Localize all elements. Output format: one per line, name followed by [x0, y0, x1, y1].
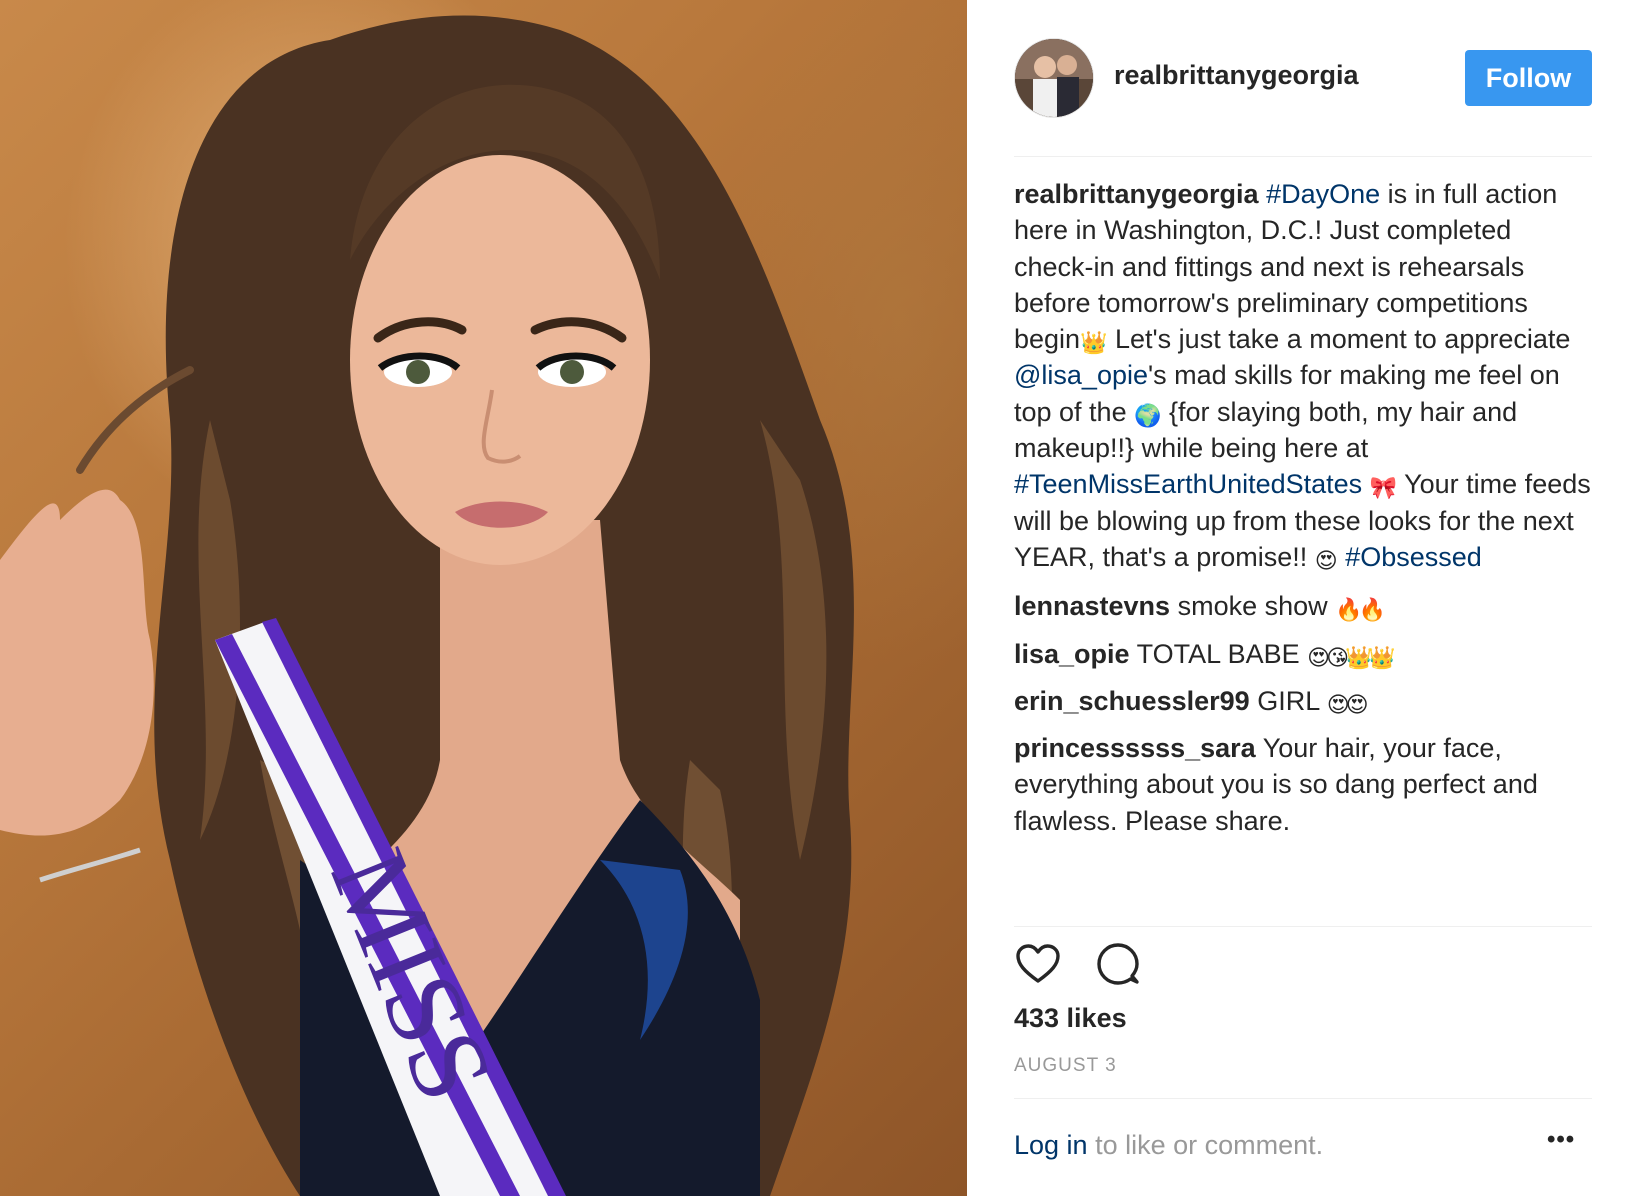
like-button[interactable] [1014, 940, 1062, 988]
avatar[interactable] [1014, 38, 1094, 118]
caption-username[interactable]: realbrittanygeorgia [1014, 179, 1259, 209]
caption: realbrittanygeorgia #DayOne is in full a… [1014, 176, 1598, 575]
action-bar [1014, 940, 1214, 990]
comment-item: princessssss_sara Your hair, your face, … [1014, 730, 1598, 839]
caption-emoji: 🌍 [1134, 403, 1162, 429]
header-divider [1014, 156, 1592, 157]
login-rest-text: to like or comment. [1087, 1130, 1324, 1160]
caption-emoji: 🎀 [1369, 476, 1398, 502]
comment-username[interactable]: lennastevns [1014, 591, 1170, 621]
bracelet [39, 847, 141, 883]
speech-bubble-icon [1097, 943, 1139, 985]
caption-emoji: 😍 [1314, 548, 1338, 574]
post-photo: MISS [0, 0, 967, 1196]
comment-button[interactable] [1094, 940, 1142, 988]
login-prompt: Log in to like or comment. [1014, 1130, 1323, 1161]
comment-username[interactable]: erin_schuessler99 [1014, 686, 1250, 716]
caption-link[interactable]: #DayOne [1266, 179, 1380, 209]
comment-item: erin_schuessler99 GIRL 😍😍 [1014, 683, 1598, 719]
iris-right [560, 360, 584, 384]
caption-link[interactable]: #TeenMissEarthUnitedStates [1014, 469, 1362, 499]
comment-emoji: 🔥🔥 [1335, 598, 1386, 624]
comment-text: GIRL [1257, 685, 1320, 716]
comments-divider [1014, 926, 1592, 927]
author-username[interactable]: realbrittanygeorgia [1114, 60, 1359, 91]
portrait-illustration: MISS [0, 15, 854, 1196]
footer-divider [1014, 1098, 1592, 1099]
comment-username[interactable]: princessssss_sara [1014, 733, 1256, 763]
caption-text-segment [1362, 469, 1370, 499]
comment-emoji: 😍😍 [1326, 692, 1369, 718]
ellipsis-icon[interactable]: ••• [1547, 1126, 1575, 1154]
post-date[interactable]: AUGUST 3 [1014, 1055, 1117, 1077]
follow-button[interactable]: Follow [1465, 50, 1592, 106]
comment-emoji: 😍😘👑👑 [1307, 645, 1396, 671]
caption-emoji: 👑 [1080, 331, 1108, 357]
comment-item: lisa_opie TOTAL BABE 😍😘👑👑 [1014, 636, 1598, 672]
comments-list: realbrittanygeorgia #DayOne is in full a… [1014, 176, 1598, 850]
post-sidebar: realbrittanygeorgia Follow realbrittanyg… [967, 0, 1626, 1196]
caption-link[interactable]: #Obsessed [1345, 542, 1482, 572]
login-link[interactable]: Log in [1014, 1130, 1088, 1160]
post-header: realbrittanygeorgia Follow [967, 0, 1626, 156]
comment-item: lennastevns smoke show 🔥🔥 [1014, 588, 1598, 624]
like-count[interactable]: 433 likes [1014, 1003, 1127, 1034]
heart-outline-icon [1016, 944, 1060, 983]
comment-username[interactable]: lisa_opie [1014, 639, 1130, 669]
comment-text: smoke show [1177, 591, 1328, 622]
comment-text: TOTAL BABE [1136, 638, 1300, 669]
caption-text: #DayOne is in full action here in Washin… [1014, 179, 1591, 572]
avatar-image [1015, 39, 1093, 117]
caption-link[interactable]: @lisa_opie [1014, 360, 1148, 390]
iris-left [406, 360, 430, 384]
hand [0, 489, 154, 836]
caption-text-segment: Let's just take a moment to appreciate [1107, 324, 1571, 355]
